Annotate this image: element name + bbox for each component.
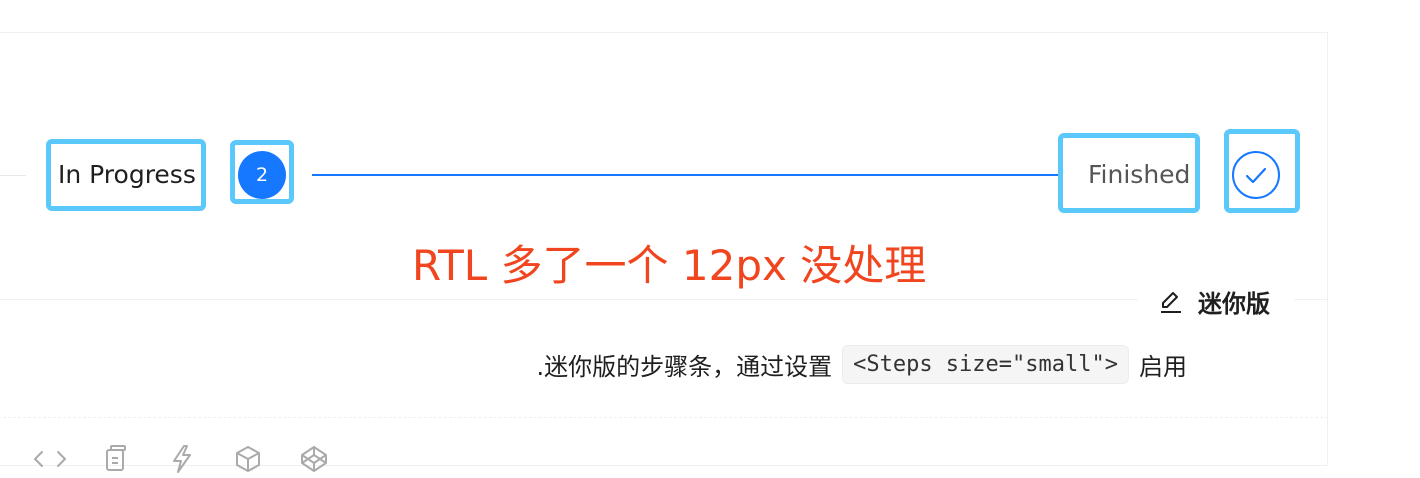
meta-divider-end bbox=[1294, 299, 1328, 300]
thunderbolt-icon[interactable] bbox=[164, 441, 200, 477]
step-title-finished: Finished bbox=[1088, 160, 1191, 189]
rtl-annotation: RTL 多了一个 12px 没处理 bbox=[412, 241, 927, 290]
codesandbox-icon[interactable] bbox=[230, 441, 266, 477]
meta-divider bbox=[0, 299, 1138, 300]
demo-meta-title[interactable]: 迷你版 bbox=[1148, 283, 1280, 319]
demo-card: In Progress 2 Finished RTL 多了一个 12px 没处理… bbox=[0, 32, 1328, 473]
copy-icon[interactable] bbox=[98, 441, 134, 477]
step-number-icon[interactable]: 2 bbox=[238, 151, 286, 199]
step-tail-previous bbox=[0, 175, 26, 176]
edit-icon[interactable] bbox=[1158, 288, 1184, 314]
demo-description: .迷你版的步骤条，通过设置 <Steps size="small"> 启用 bbox=[536, 345, 1187, 384]
demo-actions bbox=[32, 441, 332, 477]
description-code: <Steps size="small"> bbox=[842, 345, 1129, 384]
step-finish-icon[interactable] bbox=[1232, 151, 1280, 199]
step-tail bbox=[312, 174, 1058, 176]
description-suffix: 启用 bbox=[1139, 353, 1187, 381]
description-text: .迷你版的步骤条，通过设置 bbox=[536, 353, 833, 381]
actions-divider bbox=[0, 417, 1328, 418]
code-icon[interactable] bbox=[32, 441, 68, 477]
demo-meta-label: 迷你版 bbox=[1198, 289, 1270, 318]
check-icon bbox=[1245, 167, 1267, 184]
codepen-icon[interactable] bbox=[296, 441, 332, 477]
step-title-in-progress: In Progress bbox=[58, 160, 196, 189]
